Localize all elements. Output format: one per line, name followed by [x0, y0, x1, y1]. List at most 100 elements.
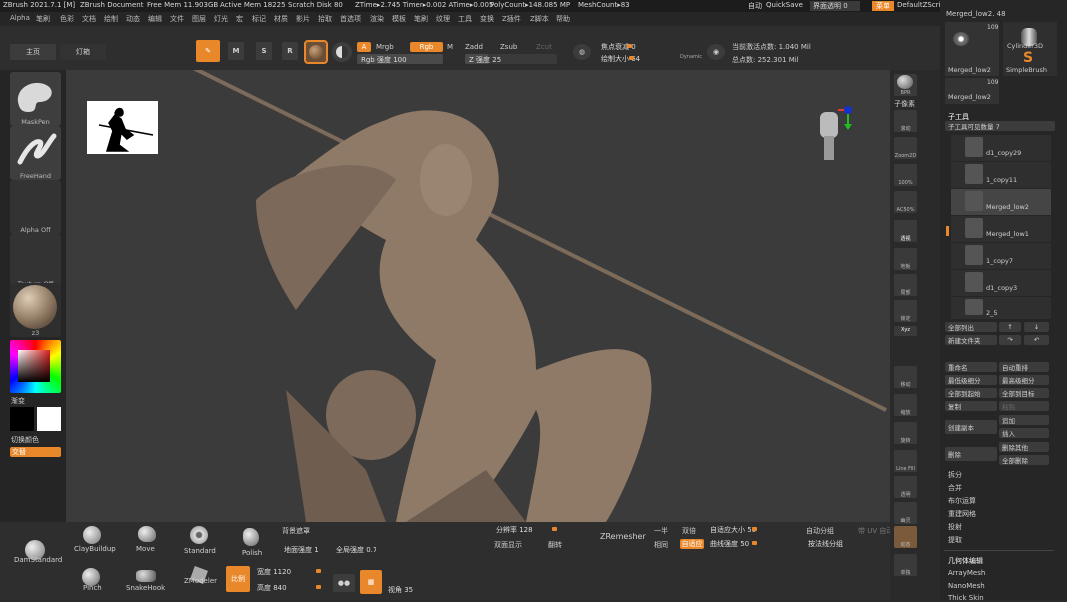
new-folder-button[interactable]: 新建文件夹 — [945, 335, 997, 345]
menu-button[interactable]: 菜单 — [872, 1, 894, 11]
bpr-button[interactable]: BPR — [894, 74, 917, 96]
quicksave-button[interactable]: QuickSave — [766, 1, 803, 9]
menu-item[interactable]: 笔刷 — [36, 14, 50, 24]
canvas-viewport[interactable] — [66, 70, 890, 522]
rename-button[interactable]: 重命名 — [945, 362, 997, 372]
navigation-head-gizmo[interactable] — [814, 106, 852, 166]
half-size-button[interactable]: AC50% — [894, 191, 917, 213]
move-button[interactable]: M — [228, 42, 244, 60]
insert-button[interactable]: 插入 — [999, 428, 1049, 438]
floor-toggle[interactable]: 地板 — [894, 248, 917, 270]
create-copy-button[interactable]: 创建副本 — [945, 420, 997, 434]
menu-item[interactable]: 首选项 — [340, 14, 361, 24]
width-slider[interactable]: 宽度 1120 — [253, 566, 327, 576]
lowest-subdiv-button[interactable]: 最低级细分 — [945, 375, 997, 385]
zmodeler-brush[interactable]: ZModeler — [182, 566, 222, 598]
pinch-brush[interactable]: Pinch — [80, 568, 110, 598]
subtool-row[interactable]: d1_copy3 — [951, 270, 1051, 296]
subtool-row[interactable]: 1_copy11 — [951, 162, 1051, 188]
append-button[interactable]: 追加 — [999, 415, 1049, 425]
material-slot[interactable]: z3 — [10, 283, 61, 337]
focal-shift-slider[interactable]: 焦点衰减 0 — [597, 41, 701, 51]
focal-shift-icon[interactable]: ◍ — [573, 44, 591, 60]
zremesher-button[interactable]: ZRemesher — [600, 532, 646, 541]
thickskin-menu[interactable]: Thick Skin — [948, 594, 984, 602]
remesh-menu[interactable]: 重建网格 — [948, 509, 976, 519]
rgb-toggle[interactable]: Rgb — [410, 42, 443, 52]
home-button[interactable]: 主页 — [10, 44, 56, 60]
actual-size-button[interactable]: 100% — [894, 164, 917, 186]
menu-item[interactable]: 灯光 — [214, 14, 228, 24]
maskpen-brush[interactable]: MaskPen — [10, 72, 61, 126]
scroll-button[interactable]: 滚动 — [894, 110, 917, 132]
xyz-toggle[interactable]: Xyz — [894, 326, 917, 336]
list-all-button[interactable]: 全部列出 — [945, 322, 997, 332]
lock-toggle[interactable]: 锁定 — [894, 300, 917, 322]
zsub-toggle[interactable]: Zsub — [500, 43, 517, 51]
material-button[interactable] — [304, 40, 328, 64]
menu-item[interactable]: 编辑 — [148, 14, 162, 24]
dual-display-toggle[interactable]: 双面显示 — [494, 540, 522, 550]
draw-mode-button[interactable]: ✎ — [196, 40, 220, 62]
snakehook-brush[interactable]: SnakeHook — [126, 568, 166, 598]
subtool-scrollbar[interactable] — [946, 226, 949, 236]
background-mask-label[interactable]: 背景遮罩 — [282, 526, 310, 536]
menu-item[interactable]: 帮助 — [556, 14, 570, 24]
paste-button[interactable]: 粘贴 — [999, 401, 1049, 411]
height-slider[interactable]: 高度 840 — [253, 582, 327, 592]
geometry-edit-menu[interactable]: 几何体编辑 — [948, 556, 983, 566]
ground-intensity-slider[interactable]: 地面强度 1 — [280, 544, 330, 554]
menu-item[interactable]: 文档 — [82, 14, 96, 24]
highest-subdiv-button[interactable]: 最高级细分 — [999, 375, 1049, 385]
mrgb-toggle[interactable]: Mrgb — [376, 43, 394, 51]
menu-item[interactable]: 笔刷 — [414, 14, 428, 24]
standard-brush[interactable]: Standard — [184, 526, 218, 556]
boolean-menu[interactable]: 布尔运算 — [948, 496, 976, 506]
nanomesh-menu[interactable]: NanoMesh — [948, 582, 985, 590]
rotate-view-button[interactable]: 旋转 — [894, 422, 917, 444]
menu-item[interactable]: 标记 — [252, 14, 266, 24]
alternate-button[interactable]: 交替 — [10, 447, 61, 457]
curve-intensity-slider[interactable]: 曲线强度 50 — [706, 538, 796, 548]
zcut-toggle[interactable]: Zcut — [536, 43, 552, 51]
adaptive-toggle[interactable]: 自适应 — [680, 539, 704, 549]
tool-thumb-current[interactable]: 109 Merged_low2 — [945, 22, 999, 76]
ratio-button[interactable]: 比例 — [226, 566, 250, 592]
flip-button[interactable]: 翻转 — [548, 540, 562, 550]
menu-item[interactable]: Alpha — [10, 14, 30, 22]
subtool-row[interactable]: d1_copy29 — [951, 135, 1051, 161]
same-toggle[interactable]: 相同 — [654, 540, 668, 550]
double-toggle[interactable]: 双倍 — [682, 526, 696, 536]
damstandard-brush[interactable]: DamStandard — [12, 540, 62, 568]
arrow-left-button[interactable]: ↶ — [1024, 335, 1049, 345]
split-menu[interactable]: 拆分 — [948, 470, 962, 480]
menu-item[interactable]: 色彩 — [60, 14, 74, 24]
frame-button[interactable]: Line Fill — [894, 450, 917, 472]
menu-item[interactable]: 模板 — [392, 14, 406, 24]
project-menu[interactable]: 投射 — [948, 522, 962, 532]
freehand-stroke[interactable]: FreeHand — [10, 126, 61, 180]
lightbox-button[interactable]: 灯箱 — [60, 44, 106, 60]
auto-reorder-button[interactable]: 自动重排 — [999, 362, 1049, 372]
menu-item[interactable]: 影片 — [296, 14, 310, 24]
gradient-label[interactable]: 渐变 — [11, 396, 25, 406]
menu-item[interactable]: 变换 — [480, 14, 494, 24]
move-brush[interactable]: Move — [134, 526, 164, 554]
menu-item[interactable]: 渲染 — [370, 14, 384, 24]
color-square[interactable] — [18, 350, 50, 382]
local-toggle[interactable]: 局部 — [894, 274, 917, 296]
group-by-normal-slider[interactable]: 按法线分组 — [804, 538, 886, 548]
main-color-swatch[interactable] — [37, 407, 61, 431]
menu-item[interactable]: 文件 — [170, 14, 184, 24]
scale-button[interactable]: S — [256, 42, 272, 60]
subpixel-label[interactable]: 子像素 — [894, 99, 915, 109]
color-picker[interactable] — [10, 340, 61, 393]
dynamic-icon[interactable]: ◉ — [707, 44, 725, 60]
uv-auto-toggle[interactable]: 带 UV 自动 — [858, 526, 893, 536]
camera-button[interactable]: ●● — [333, 574, 355, 592]
menu-item[interactable]: Z插件 — [502, 14, 521, 24]
menu-item[interactable]: 绘制 — [104, 14, 118, 24]
rotate-button[interactable]: R — [282, 42, 298, 60]
merge-menu[interactable]: 合并 — [948, 483, 962, 493]
subtool-row-selected[interactable]: Merged_low2 — [951, 189, 1051, 215]
